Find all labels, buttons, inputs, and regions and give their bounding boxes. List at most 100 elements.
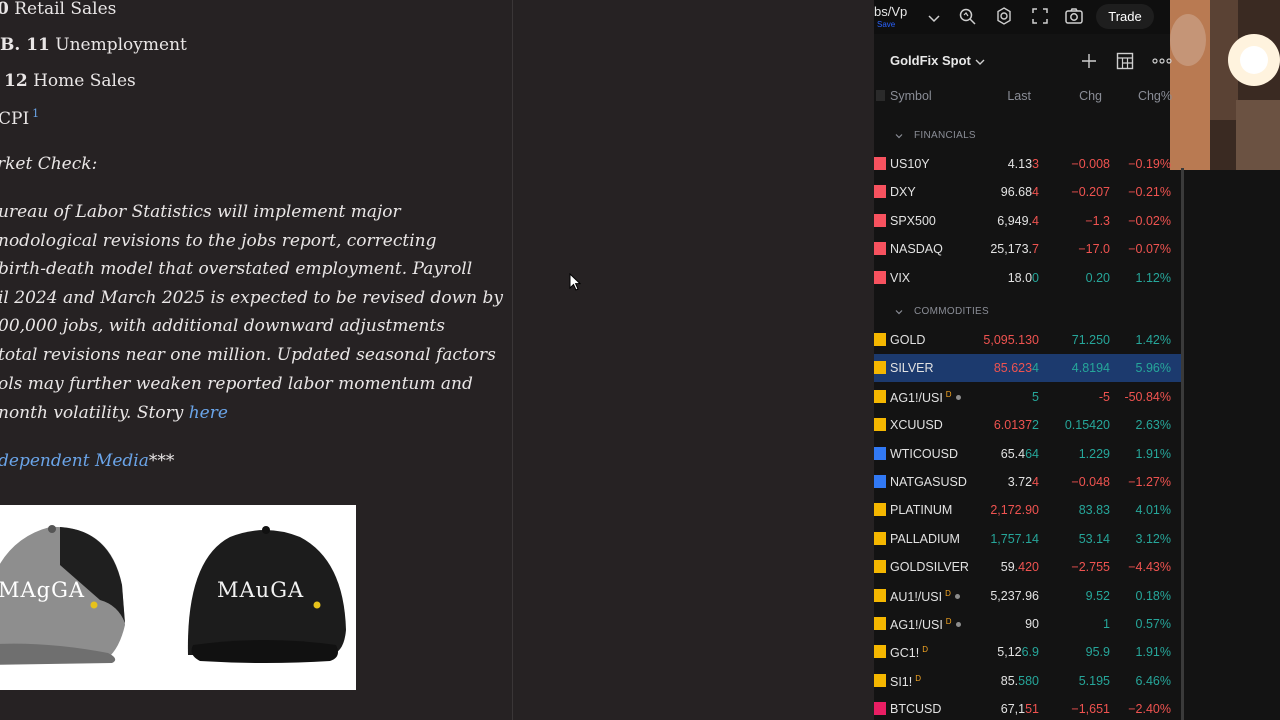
flag-marker[interactable] xyxy=(874,588,886,602)
flag-marker[interactable] xyxy=(874,333,886,346)
watchlist-row[interactable]: NATGASUSD 3.724 −0.048 −1.27% xyxy=(874,468,1182,496)
schedule-line-unemployment: B. 11 Unemployment xyxy=(0,35,187,55)
webcam-image xyxy=(1170,0,1280,170)
trade-button[interactable]: Trade xyxy=(1096,4,1154,29)
advanced-view-icon[interactable] xyxy=(1115,51,1135,71)
symbol-name: GOLDSILVER xyxy=(890,560,969,575)
change-percent: 5.96% xyxy=(1135,361,1171,376)
symbol-name: SILVER xyxy=(890,361,934,376)
symbol-name: PALLADIUM xyxy=(890,531,960,546)
top-toolbar: bs/Vp Save Trade xyxy=(874,0,1280,170)
last-price: 90 xyxy=(1025,617,1039,631)
flag-marker[interactable] xyxy=(874,503,886,517)
layout-name[interactable]: bs/Vp xyxy=(874,4,907,19)
change-value: 0.15420 xyxy=(1064,418,1110,433)
watchlist-row[interactable]: GC1! D 5,126.9 95.9 1.91% xyxy=(874,638,1182,666)
flag-marker[interactable] xyxy=(874,185,886,199)
watchlist-row[interactable]: PALLADIUM 1,757.14 53.14 3.12% xyxy=(874,525,1182,553)
last-price: 3.724 xyxy=(1007,475,1039,489)
change-value: 5.195 xyxy=(1078,673,1110,688)
watchlist-row[interactable]: US10Y 4.133 −0.008 −0.19% xyxy=(874,150,1182,178)
watchlist-header: GoldFix Spot xyxy=(874,44,1174,76)
select-all-checkbox[interactable] xyxy=(876,90,885,101)
change-value: −1,651 xyxy=(1071,702,1110,717)
last-price: 5,237.96 xyxy=(990,588,1039,603)
flag-marker[interactable] xyxy=(874,418,886,432)
watchlist-row[interactable]: AU1!/USI D 5,237.96 9.52 0.18% xyxy=(874,582,1182,610)
watchlist-row[interactable]: BTCUSD 67,151 −1,651 −2.40% xyxy=(874,695,1182,720)
schedule-line-home-sales: 12 Home Sales xyxy=(4,71,136,91)
independent-media-link[interactable]: dependent Media xyxy=(0,451,149,471)
scrollbar[interactable] xyxy=(1181,168,1184,720)
paragraph-line: total revisions near one million. Update… xyxy=(0,345,496,365)
change-percent: 0.18% xyxy=(1135,588,1171,603)
last-price: 1,757.14 xyxy=(990,531,1039,546)
paragraph-line: birth-death model that overstated employ… xyxy=(0,259,473,279)
watchlist-row[interactable]: WTICOUSD 65.464 1.229 1.91% xyxy=(874,440,1182,468)
watchlist-row[interactable]: GOLDSILVER 59.420 −2.755 −4.43% xyxy=(874,553,1182,581)
quick-search-icon[interactable] xyxy=(958,6,978,26)
watchlist-row[interactable]: SPX500 6,949.4 −1.3 −0.02% xyxy=(874,207,1182,235)
column-chg-percent[interactable]: Chg% xyxy=(1138,89,1172,103)
paragraph-line-last: nonth volatility. Story here xyxy=(0,403,228,423)
column-symbol[interactable]: Symbol xyxy=(890,89,932,103)
flag-marker[interactable] xyxy=(874,242,886,256)
watchlist-row[interactable]: NASDAQ 25,173.7 −17.0 −0.07% xyxy=(874,235,1182,263)
section-commodities[interactable]: COMMODITIES xyxy=(874,304,1174,324)
symbol-name: NASDAQ xyxy=(890,242,943,257)
last-price: 6.01372 xyxy=(993,418,1039,433)
change-value: 0.20 xyxy=(1085,270,1110,285)
watchlist-row[interactable]: AG1!/USI D 5 -5 -50.84% xyxy=(874,383,1182,411)
watchlist-row[interactable]: GOLD 5,095.130 71.250 1.42% xyxy=(874,326,1182,354)
watchlist-row[interactable]: AG1!/USI D 90 1 0.57% xyxy=(874,610,1182,638)
symbol-name: US10Y xyxy=(890,157,930,171)
fullscreen-icon[interactable] xyxy=(1030,6,1050,26)
chevron-down-icon[interactable] xyxy=(974,56,986,68)
flag-marker[interactable] xyxy=(874,270,886,284)
chevron-down-icon[interactable] xyxy=(894,131,904,141)
flag-marker[interactable] xyxy=(874,673,886,687)
column-chg[interactable]: Chg xyxy=(1079,89,1102,103)
flag-marker[interactable] xyxy=(874,475,886,488)
watchlist-row[interactable]: SI1! D 85.580 5.195 6.46% xyxy=(874,667,1182,695)
change-percent: −0.07% xyxy=(1128,242,1171,257)
paragraph-line: 00,000 jobs, with additional downward ad… xyxy=(0,316,445,336)
last-price: 85.6234 xyxy=(993,361,1039,376)
cpi-footnote-link[interactable]: 1 xyxy=(32,107,39,120)
settings-icon[interactable] xyxy=(994,6,1014,26)
flag-marker[interactable] xyxy=(874,560,886,574)
column-last[interactable]: Last xyxy=(1007,89,1031,103)
chevron-down-icon[interactable] xyxy=(894,307,904,317)
flag-marker[interactable] xyxy=(874,361,886,375)
change-value: 95.9 xyxy=(1085,645,1110,660)
watchlist-row[interactable]: XCUUSD 6.01372 0.15420 2.63% xyxy=(874,411,1182,439)
watchlist-row[interactable]: SILVER 85.6234 4.8194 5.96% xyxy=(874,354,1182,383)
flag-marker[interactable] xyxy=(874,702,886,716)
last-price: 2,172.90 xyxy=(990,503,1039,518)
watchlist-row[interactable]: DXY 96.684 −0.207 −0.21% xyxy=(874,178,1182,206)
watchlist-title[interactable]: GoldFix Spot xyxy=(890,53,971,68)
story-link[interactable]: here xyxy=(189,403,228,423)
change-value: 83.83 xyxy=(1078,503,1110,518)
mouse-cursor-icon xyxy=(569,273,581,291)
camera-icon[interactable] xyxy=(1064,6,1084,26)
flag-marker[interactable] xyxy=(874,617,886,630)
section-financials[interactable]: FINANCIALS xyxy=(874,128,1174,148)
flag-marker[interactable] xyxy=(874,157,886,170)
flag-marker[interactable] xyxy=(874,389,886,403)
add-symbol-icon[interactable] xyxy=(1080,52,1098,70)
flag-marker[interactable] xyxy=(874,446,886,460)
change-percent: 4.01% xyxy=(1135,503,1171,518)
delayed-badge: D xyxy=(945,389,952,399)
symbol-name: WTICOUSD xyxy=(890,446,959,461)
more-options-icon[interactable] xyxy=(1151,54,1173,68)
watchlist-row[interactable]: VIX 18.00 0.20 1.12% xyxy=(874,264,1182,292)
status-dot-icon xyxy=(954,593,960,599)
flag-marker[interactable] xyxy=(874,531,886,545)
symbol-name: XCUUSD xyxy=(890,418,943,433)
flag-marker[interactable] xyxy=(874,645,886,659)
media-line: dependent Media*** xyxy=(0,451,175,471)
watchlist-row[interactable]: PLATINUM 2,172.90 83.83 4.01% xyxy=(874,496,1182,524)
chevron-down-icon[interactable] xyxy=(924,8,944,28)
flag-marker[interactable] xyxy=(874,213,886,227)
